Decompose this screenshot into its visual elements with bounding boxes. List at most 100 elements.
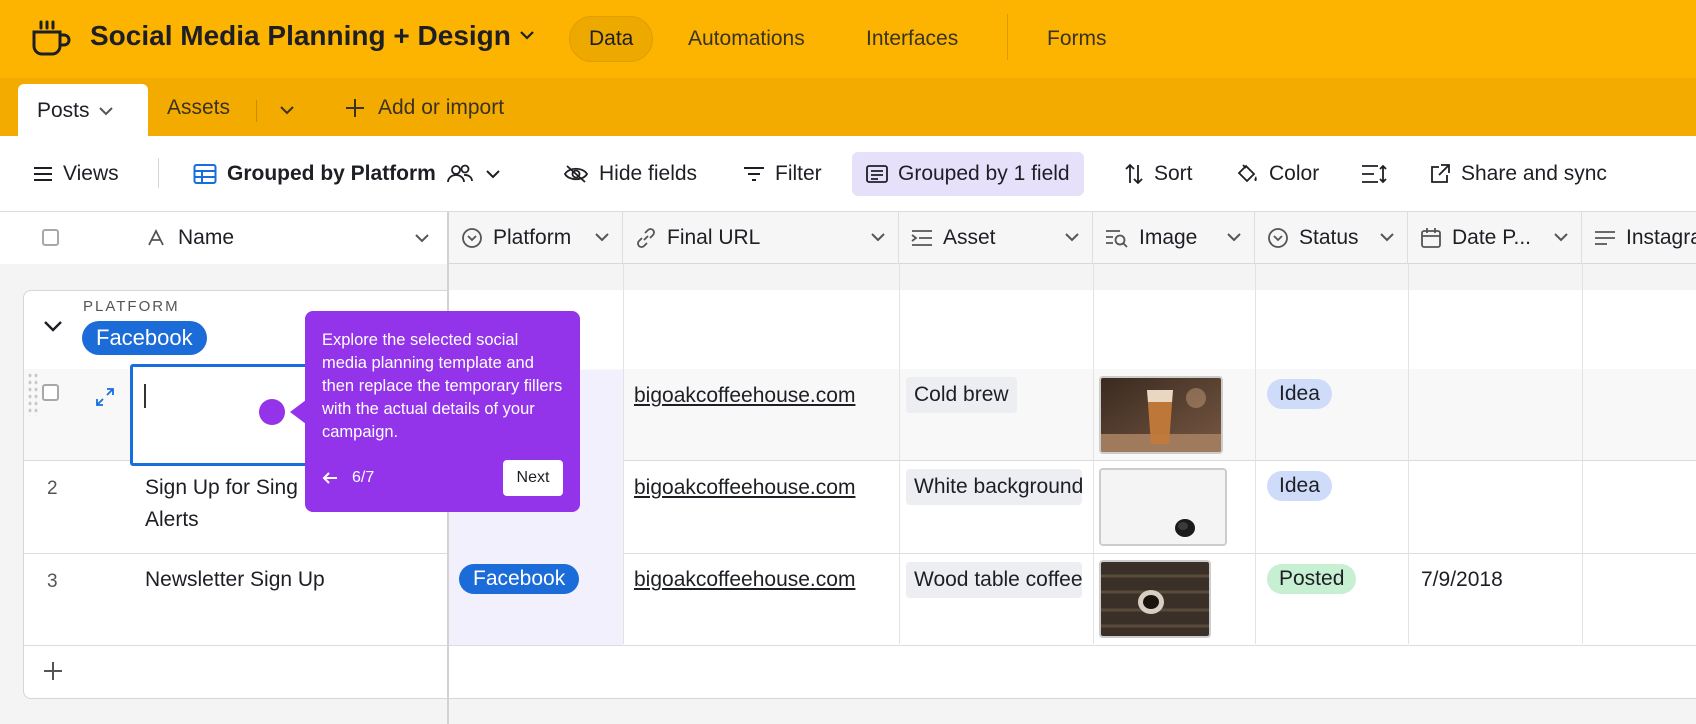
image-thumbnail[interactable] (1099, 468, 1227, 546)
tooltip-next-button[interactable]: Next (503, 460, 563, 496)
chevron-down-icon[interactable] (518, 28, 536, 42)
text-cursor (144, 384, 146, 408)
chevron-down-icon[interactable] (98, 105, 114, 117)
column-header-status[interactable]: Status (1255, 212, 1408, 264)
filter-button[interactable]: Filter (743, 156, 822, 192)
sort-label: Sort (1154, 162, 1193, 185)
column-divider (623, 264, 624, 644)
final-url-link[interactable]: bigoakcoffeehouse.com (634, 568, 855, 592)
final-url-link[interactable]: bigoakcoffeehouse.com (634, 384, 855, 408)
white-background-photo-icon (1101, 470, 1225, 544)
date-posted[interactable]: 7/9/2018 (1421, 568, 1503, 592)
group-header-fill (449, 290, 1696, 370)
tooltip-back-button[interactable]: 6/7 (322, 469, 374, 487)
record-name[interactable]: Sign Up for Sing (145, 472, 298, 504)
arrow-left-icon (322, 472, 337, 484)
expand-icon[interactable] (94, 386, 116, 408)
row-height-icon (1362, 164, 1387, 184)
status-chip: Idea (1267, 379, 1332, 409)
column-date-label: Date P... (1452, 226, 1531, 249)
share-and-sync-button[interactable]: Share and sync (1429, 156, 1607, 192)
link-icon (635, 227, 657, 249)
coffee-cup-icon[interactable] (30, 18, 72, 58)
column-header-date[interactable]: Date P... (1408, 212, 1582, 264)
row-checkbox[interactable] (42, 384, 59, 401)
add-record-plus-icon[interactable] (42, 660, 64, 682)
onboarding-tooltip: Explore the selected social media planni… (305, 311, 580, 512)
row-height-button[interactable] (1361, 156, 1387, 192)
chevron-down-icon[interactable] (1226, 231, 1242, 243)
chevron-down-icon[interactable] (278, 104, 296, 116)
nav-data[interactable]: Data (569, 16, 654, 62)
views-button[interactable]: Views (33, 156, 119, 192)
sort-icon (1125, 163, 1143, 185)
chevron-down-icon[interactable] (594, 231, 610, 243)
view-name: Grouped by Platform (227, 162, 436, 185)
asset-chip: Cold brew (906, 377, 1017, 413)
filter-label: Filter (775, 162, 822, 185)
sort-button[interactable]: Sort (1124, 156, 1193, 192)
column-asset-label: Asset (943, 226, 996, 249)
column-divider (1255, 264, 1256, 644)
column-header-platform[interactable]: Platform (449, 212, 623, 264)
view-switcher[interactable]: Grouped by Platform (193, 156, 502, 192)
tab-posts[interactable]: Posts (18, 84, 148, 138)
app-header: Social Media Planning + Design Data Auto… (0, 0, 1696, 78)
image-thumbnail[interactable] (1099, 560, 1211, 638)
calendar-icon (1420, 227, 1442, 249)
column-header-name[interactable]: Name (146, 226, 234, 250)
row-number: 2 (47, 478, 58, 499)
chevron-down-icon[interactable] (1379, 231, 1395, 243)
column-header-image[interactable]: Image (1093, 212, 1255, 264)
cold-brew-photo-icon (1101, 378, 1221, 452)
column-header-asset[interactable]: Asset (899, 212, 1093, 264)
chevron-down-icon[interactable] (1553, 231, 1569, 243)
asset-chip: Wood table coffee (906, 562, 1082, 598)
hide-fields-button[interactable]: Hide fields (563, 156, 697, 192)
image-thumbnail[interactable] (1099, 376, 1223, 454)
chevron-down-icon[interactable] (414, 232, 430, 244)
paint-bucket-icon (1237, 164, 1257, 183)
status-chip: Idea (1267, 471, 1332, 501)
grid-header: Name Platform Final URL Asset Image Stat… (0, 212, 1696, 264)
asset-chip: White background (906, 469, 1082, 505)
tab-posts-label: Posts (37, 99, 90, 122)
drag-handle[interactable] (27, 372, 39, 416)
column-divider (899, 264, 900, 644)
column-header-final-url[interactable]: Final URL (623, 212, 899, 264)
column-header-instagram[interactable]: Instagra (1582, 212, 1696, 264)
primary-column-header: Name (0, 212, 449, 264)
group-field-label: PLATFORM (83, 298, 180, 315)
select-all-checkbox[interactable] (42, 229, 59, 246)
color-button[interactable]: Color (1235, 156, 1319, 192)
chevron-down-icon[interactable] (1064, 231, 1080, 243)
chevron-down-icon[interactable] (484, 168, 502, 180)
hide-fields-label: Hide fields (599, 162, 698, 185)
add-or-import-label: Add or import (378, 96, 505, 119)
record-name[interactable]: Newsletter Sign Up (145, 564, 325, 596)
group-button[interactable]: Grouped by 1 field (852, 152, 1084, 196)
record-name-continued[interactable]: Alerts (145, 504, 199, 536)
nav-automations[interactable]: Automations (669, 16, 824, 62)
tab-assets[interactable]: Assets (167, 96, 230, 120)
toolbar-divider (158, 158, 159, 188)
tour-hotspot[interactable] (259, 399, 285, 425)
nav-forms[interactable]: Forms (1028, 16, 1126, 62)
base-title[interactable]: Social Media Planning + Design (90, 20, 511, 52)
chevron-down-icon[interactable] (870, 231, 886, 243)
column-instagram-label: Instagra (1626, 226, 1696, 249)
add-or-import-button[interactable]: Add or import (344, 96, 504, 120)
group-value-chip: Facebook (82, 321, 207, 355)
external-link-icon (1431, 164, 1450, 183)
final-url-link[interactable]: bigoakcoffeehouse.com (634, 476, 855, 500)
nav-interfaces[interactable]: Interfaces (847, 16, 977, 62)
collaborators-icon (446, 164, 473, 183)
tooltip-arrow (290, 400, 306, 424)
chevron-down-icon[interactable] (42, 318, 64, 334)
single-select-icon (1267, 227, 1289, 249)
text-field-icon (148, 229, 164, 246)
color-label: Color (1269, 162, 1320, 185)
linked-record-icon (911, 228, 933, 248)
status-chip: Posted (1267, 564, 1357, 594)
column-divider (1408, 264, 1409, 644)
